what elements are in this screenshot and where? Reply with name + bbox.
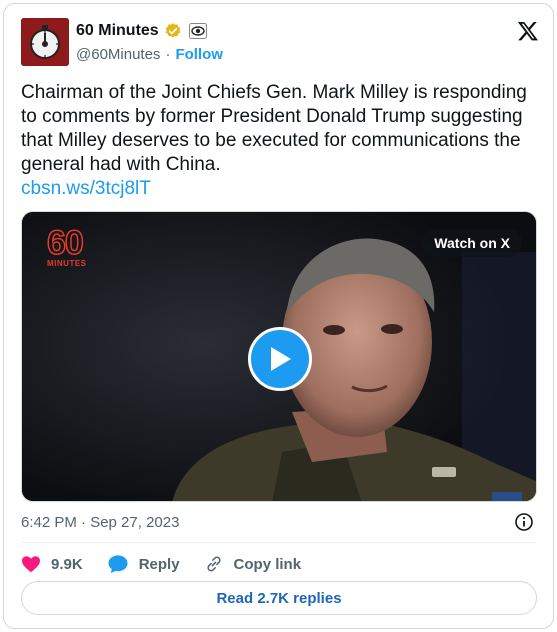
tweet-text: Chairman of the Joint Chiefs Gen. Mark M…	[21, 82, 527, 175]
follow-button[interactable]: Follow	[175, 46, 223, 63]
divider	[21, 542, 536, 543]
play-button[interactable]	[248, 327, 312, 391]
copy-link-label: Copy link	[233, 555, 302, 573]
play-icon	[271, 347, 291, 371]
separator-dot: ·	[165, 46, 171, 63]
heart-icon	[22, 556, 40, 573]
avatar[interactable]	[21, 18, 69, 66]
handle-row: @60Minutes · Follow	[76, 46, 223, 63]
show-logo-number: 60	[46, 224, 84, 262]
account-handle[interactable]: @60Minutes	[76, 46, 160, 63]
info-icon[interactable]	[514, 512, 534, 537]
verified-badge-icon	[164, 22, 182, 40]
tweet-card: 60 Minutes @60Minutes · Follow Chairman …	[3, 3, 554, 629]
show-logo: 60 MINUTES	[46, 224, 107, 268]
stopwatch-logo-icon	[21, 18, 69, 66]
video-media[interactable]: 60 MINUTES Watch on X	[21, 211, 537, 502]
link-icon	[206, 556, 221, 572]
account-name-row: 60 Minutes	[76, 22, 207, 40]
reply-bubble-icon	[108, 555, 128, 574]
x-logo-icon[interactable]	[517, 20, 539, 47]
reply-button[interactable]: Reply	[107, 554, 180, 574]
read-replies-button[interactable]: Read 2.7K replies	[21, 581, 537, 615]
watch-on-x-button[interactable]: Watch on X	[422, 229, 522, 257]
account-name[interactable]: 60 Minutes	[76, 22, 159, 40]
tweet-timestamp[interactable]: 6:42 PM · Sep 27, 2023	[21, 514, 179, 531]
copy-link-button[interactable]: Copy link	[204, 554, 302, 574]
action-bar: 9.9K Reply Copy link	[21, 552, 325, 576]
reply-label: Reply	[138, 555, 180, 573]
affiliate-logo-icon	[188, 23, 207, 39]
show-logo-word: MINUTES	[47, 259, 87, 268]
like-count: 9.9K	[51, 555, 83, 573]
tweet-link[interactable]: cbsn.ws/3tcj8lT	[21, 178, 151, 200]
like-button[interactable]: 9.9K	[21, 555, 83, 573]
